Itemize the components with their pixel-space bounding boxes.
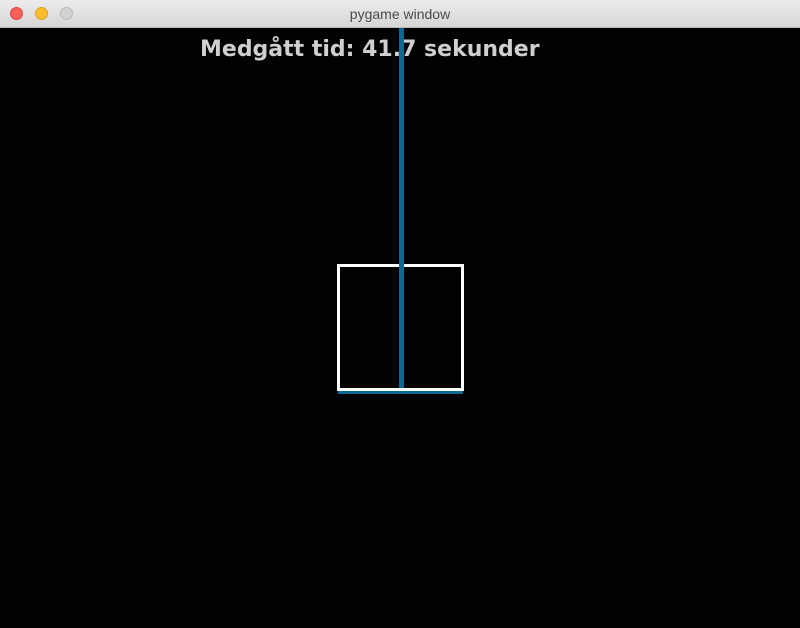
title-bar[interactable]: pygame window	[0, 0, 800, 28]
elapsed-time-label: Medgått tid: 41.7 sekunder	[200, 37, 540, 62]
window-title: pygame window	[349, 6, 451, 22]
pygame-window: pygame window Medgått tid: 41.7 sekunder	[0, 0, 800, 628]
pendulum-rope	[399, 28, 404, 388]
block-base-line	[338, 391, 463, 394]
game-canvas[interactable]: Medgått tid: 41.7 sekunder	[0, 28, 800, 628]
